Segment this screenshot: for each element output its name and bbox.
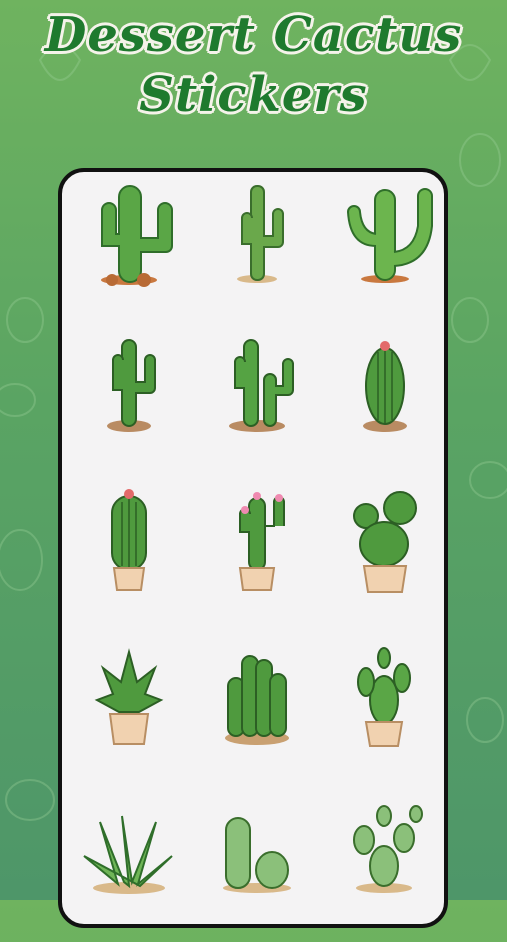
- prickly-pear-cactus-icon: [353, 805, 423, 893]
- sticker-potted-column[interactable]: [64, 476, 194, 626]
- sticker-round-cacti-pair[interactable]: [192, 792, 322, 942]
- potted-prickly-pear-icon: [357, 647, 411, 747]
- tall-saguaro-cactus-icon: [101, 185, 173, 287]
- phone-screen: [58, 168, 448, 928]
- potted-column-cactus-icon: [111, 489, 147, 591]
- sticker-barrel-cactus[interactable]: [320, 326, 450, 476]
- app-title: Dessert Cactus Stickers: [0, 6, 507, 124]
- sticker-tall-saguaro[interactable]: [64, 176, 194, 326]
- sticker-saguaro-on-soil[interactable]: [64, 326, 194, 476]
- branching-saguaro-cactus-icon: [346, 188, 433, 283]
- twin-saguaro-on-soil-icon: [229, 339, 294, 432]
- sticker-twin-saguaro[interactable]: [192, 326, 322, 476]
- sticker-branching-saguaro[interactable]: [320, 176, 450, 326]
- potted-flowering-cactus-icon: [238, 492, 285, 591]
- sticker-cluster-cactus[interactable]: [192, 638, 322, 788]
- potted-round-cactus-icon: [353, 491, 417, 593]
- title-line-2: Stickers: [139, 67, 368, 123]
- sticker-potted-prickly[interactable]: [320, 638, 450, 788]
- sticker-potted-round[interactable]: [320, 476, 450, 626]
- sticker-prickly-pear[interactable]: [320, 792, 450, 942]
- sticker-potted-agave[interactable]: [64, 638, 194, 788]
- potted-agave-icon: [94, 648, 164, 745]
- round-cacti-pair-icon: [223, 817, 291, 893]
- sticker-potted-flowering[interactable]: [192, 476, 322, 626]
- title-line-1: Dessert Cactus: [44, 7, 463, 63]
- thin-saguaro-cactus-icon: [237, 185, 284, 283]
- aloe-plant-icon: [83, 815, 173, 894]
- cluster-cactus-on-soil-icon: [225, 655, 289, 745]
- sticker-thin-saguaro[interactable]: [192, 176, 322, 326]
- sticker-aloe[interactable]: [64, 792, 194, 942]
- barrel-cactus-with-flower-icon: [363, 341, 407, 432]
- saguaro-on-soil-icon: [107, 339, 156, 432]
